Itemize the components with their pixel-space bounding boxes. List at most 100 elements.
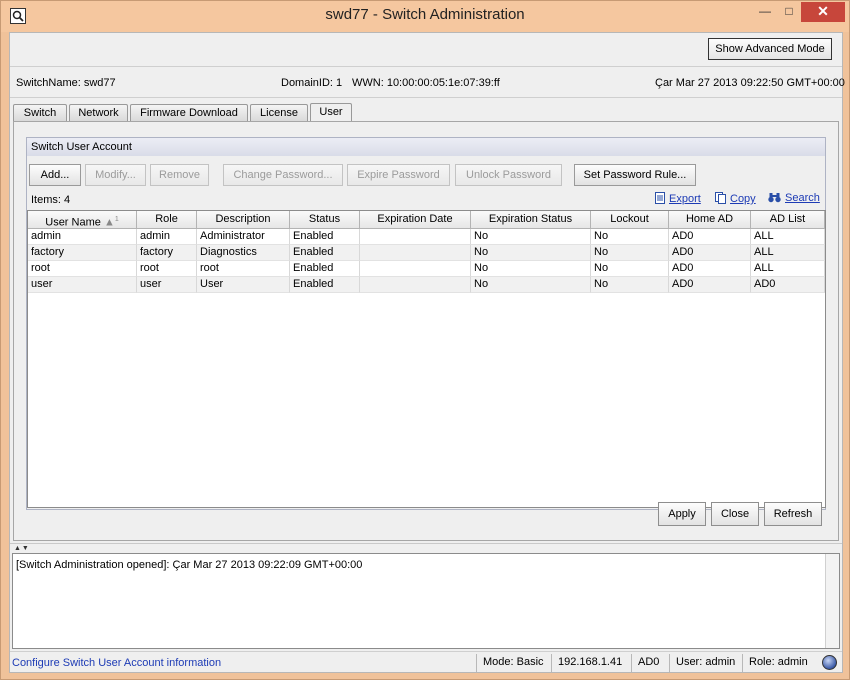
switch-info-bar: SwitchName: swd77 DomainID: 1 WWN: 10:00… [10, 66, 845, 98]
log-message: [Switch Administration opened]: Çar Mar … [16, 559, 363, 571]
status-role: Role: admin [742, 654, 808, 672]
status-ip: 192.168.1.41 [551, 654, 622, 672]
sort-index: 1 [114, 216, 119, 223]
minimize-button[interactable]: — [752, 2, 778, 22]
cell-user-name: user [28, 277, 137, 293]
cell-lockout: No [591, 277, 669, 293]
cell-ad-list: ALL [751, 245, 825, 261]
change-password-button[interactable]: Change Password... [223, 164, 343, 186]
cell-role: admin [137, 229, 197, 245]
tab-license[interactable]: License [250, 104, 308, 122]
cell-description: Diagnostics [197, 245, 290, 261]
cell-expiration-status: No [471, 261, 591, 277]
column-expiration-date[interactable]: Expiration Date [360, 211, 471, 229]
table-row[interactable]: user user User Enabled No No AD0 AD0 [28, 277, 825, 293]
tab-user[interactable]: User [310, 103, 352, 123]
cell-status: Enabled [290, 277, 360, 293]
user-tab-panel: Switch User Account Add... Modify... Rem… [13, 121, 839, 541]
cell-status: Enabled [290, 261, 360, 277]
cell-role: root [137, 261, 197, 277]
export-link[interactable]: Export [655, 192, 701, 207]
maximize-button[interactable]: □ [778, 2, 800, 22]
log-scrollbar[interactable] [825, 554, 839, 648]
search-label: Search [785, 192, 820, 204]
cell-user-name: factory [28, 245, 137, 261]
status-ad: AD0 [631, 654, 659, 672]
apply-button[interactable]: Apply [658, 502, 706, 526]
cell-description: User [197, 277, 290, 293]
cell-home-ad: AD0 [669, 261, 751, 277]
table-header: User Name ▲1 Role Description Status Exp… [28, 211, 825, 229]
copy-icon [715, 192, 726, 207]
cell-lockout: No [591, 229, 669, 245]
cell-description: Administrator [197, 229, 290, 245]
splitter[interactable]: ▲▼ [10, 543, 842, 552]
remove-button[interactable]: Remove [150, 164, 209, 186]
status-mode: Mode: Basic [476, 654, 544, 672]
column-role[interactable]: Role [137, 211, 197, 229]
cell-expiration-status: No [471, 245, 591, 261]
app-window: swd77 - Switch Administration — □ ✕ Show… [0, 0, 850, 680]
binoculars-icon [768, 192, 781, 206]
switch-datetime: Çar Mar 27 2013 09:22:50 GMT+00:00 [655, 77, 845, 89]
table-row[interactable]: factory factory Diagnostics Enabled No N… [28, 245, 825, 261]
cell-user-name: admin [28, 229, 137, 245]
close-button[interactable]: Close [711, 502, 759, 526]
cell-expiration-date [360, 277, 471, 293]
table-row[interactable]: root root root Enabled No No AD0 ALL [28, 261, 825, 277]
cell-ad-list: AD0 [751, 277, 825, 293]
table-row[interactable]: admin admin Administrator Enabled No No … [28, 229, 825, 245]
column-ad-list[interactable]: AD List [751, 211, 825, 229]
collapse-arrows-icon[interactable]: ▲▼ [14, 545, 30, 552]
group-title: Switch User Account [26, 137, 826, 157]
tab-network[interactable]: Network [69, 104, 128, 122]
copy-link[interactable]: Copy [715, 192, 756, 207]
column-status[interactable]: Status [290, 211, 360, 229]
user-table: User Name ▲1 Role Description Status Exp… [27, 210, 826, 508]
column-expiration-status[interactable]: Expiration Status [471, 211, 591, 229]
cell-expiration-status: No [471, 229, 591, 245]
cell-description: root [197, 261, 290, 277]
export-icon [655, 192, 665, 207]
cell-role: factory [137, 245, 197, 261]
show-advanced-mode-button[interactable]: Show Advanced Mode [708, 38, 832, 60]
column-lockout[interactable]: Lockout [591, 211, 669, 229]
cell-home-ad: AD0 [669, 277, 751, 293]
column-user-name[interactable]: User Name ▲1 [28, 211, 137, 229]
tab-switch[interactable]: Switch [13, 104, 67, 122]
cell-lockout: No [591, 245, 669, 261]
tab-firmware-download[interactable]: Firmware Download [130, 104, 248, 122]
cell-ad-list: ALL [751, 261, 825, 277]
cell-expiration-date [360, 245, 471, 261]
title-bar[interactable]: swd77 - Switch Administration — □ ✕ [1, 1, 849, 32]
column-home-ad[interactable]: Home AD [669, 211, 751, 229]
cell-expiration-status: No [471, 277, 591, 293]
cell-status: Enabled [290, 245, 360, 261]
items-count: Items: 4 [31, 194, 71, 206]
modify-button[interactable]: Modify... [85, 164, 146, 186]
copy-label: Copy [730, 193, 756, 205]
cell-home-ad: AD0 [669, 229, 751, 245]
cell-expiration-date [360, 261, 471, 277]
add-button[interactable]: Add... [29, 164, 81, 186]
refresh-button[interactable]: Refresh [764, 502, 822, 526]
cell-status: Enabled [290, 229, 360, 245]
log-panel: [Switch Administration opened]: Çar Mar … [12, 553, 840, 649]
client-area: Show Advanced Mode SwitchName: swd77 Dom… [9, 32, 845, 673]
sort-ascending-icon: ▲ [103, 216, 115, 229]
close-window-button[interactable]: ✕ [801, 2, 845, 22]
window-title: swd77 - Switch Administration [325, 6, 525, 23]
export-label: Export [669, 193, 701, 205]
set-password-rule-button[interactable]: Set Password Rule... [574, 164, 696, 186]
search-link[interactable]: Search [768, 192, 820, 206]
column-description[interactable]: Description [197, 211, 290, 229]
wwn: WWN: 10:00:00:05:1e:07:39:ff [352, 77, 500, 89]
cell-ad-list: ALL [751, 229, 825, 245]
user-account-group: Add... Modify... Remove Change Password.… [26, 156, 826, 510]
column-user-name-label: User Name [45, 216, 101, 229]
switch-name: SwitchName: swd77 [16, 77, 116, 89]
unlock-password-button[interactable]: Unlock Password [455, 164, 562, 186]
cell-expiration-date [360, 229, 471, 245]
expire-password-button[interactable]: Expire Password [347, 164, 450, 186]
cell-lockout: No [591, 261, 669, 277]
